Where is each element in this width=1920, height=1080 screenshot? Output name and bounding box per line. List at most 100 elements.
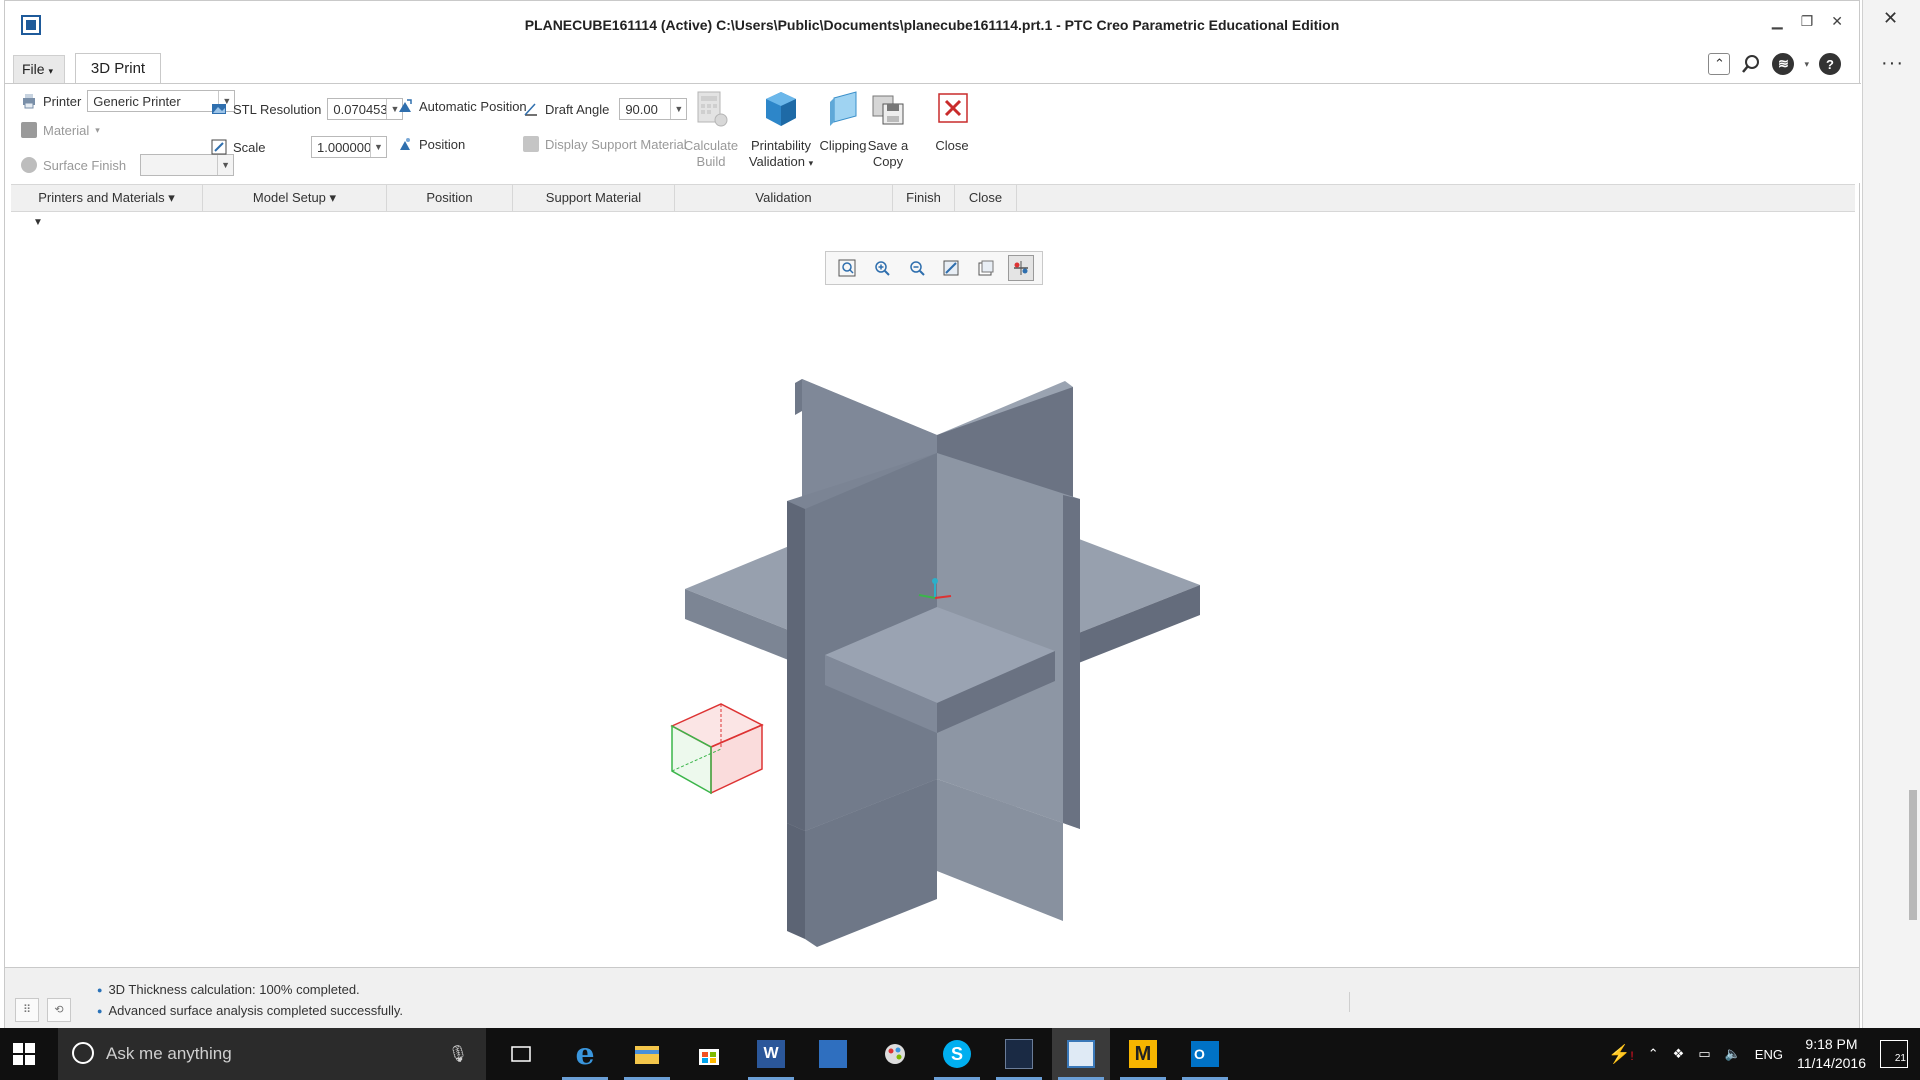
stl-row: STL Resolution 0.070453 ▼ [211, 98, 404, 120]
ribbon: Printer Generic Printer ▼ Material ▾ Surf… [5, 83, 1861, 212]
search-icon[interactable] [1740, 53, 1762, 75]
m-app-icon[interactable]: M [1114, 1028, 1172, 1080]
save-copy-icon [872, 95, 904, 125]
dropbox-icon[interactable]: ❖ [1673, 1046, 1685, 1062]
surface-finish-icon [21, 157, 37, 173]
show-hidden-icons-icon[interactable]: ⌃ [1648, 1046, 1659, 1062]
system-tray: ⚡! ⌃ ❖ ▭ 🔈 ENG 9:18 PM 11/14/2016 21 [1608, 1028, 1920, 1080]
expand-arrow-icon[interactable]: ▼ [33, 217, 43, 228]
support-material-icon [523, 136, 539, 152]
community-icon[interactable]: ≋ [1772, 53, 1795, 75]
draft-angle-label: Draft Angle [545, 101, 610, 117]
collapse-ribbon-icon[interactable]: ⌃ [1708, 53, 1731, 75]
model-tree-toggle-icon[interactable]: ⠿ [15, 998, 39, 1022]
word-icon[interactable]: W [742, 1028, 800, 1080]
save-a-copy-button[interactable]: Save a Copy [857, 90, 919, 170]
store-icon[interactable] [680, 1028, 738, 1080]
close-red-icon [938, 93, 968, 123]
stl-resolution-label: STL Resolution [233, 101, 322, 117]
status-bar: ⠿ ⟲ 3D Thickness calculation: 100% compl… [5, 967, 1859, 1029]
language-indicator[interactable]: ENG [1755, 1047, 1783, 1062]
more-icon[interactable]: ··· [1881, 52, 1904, 75]
position-button[interactable]: Position [397, 136, 465, 152]
status-message: 3D Thickness calculation: 100% completed… [97, 980, 403, 1001]
chevron-down-icon: ▾ [808, 158, 814, 168]
kindle-icon[interactable] [990, 1028, 1048, 1080]
status-divider [1349, 992, 1350, 1012]
help-icon[interactable]: ? [1819, 53, 1841, 75]
volume-icon[interactable]: 🔈 [1725, 1046, 1741, 1062]
ribbon-group-labels: Printers and Materials ▾ Model Setup ▾ Pos… [11, 184, 1855, 212]
windows-start-icon[interactable] [12, 1042, 36, 1066]
ribbon-group-label[interactable]: Validation [675, 185, 893, 211]
file-explorer-icon[interactable] [618, 1028, 676, 1080]
3d-model[interactable] [5, 239, 1859, 967]
chevron-down-icon[interactable]: ▾ [1804, 59, 1809, 70]
printer-icon [23, 94, 35, 109]
chevron-down-icon[interactable]: ▼ [217, 155, 233, 175]
maximize-icon[interactable]: ❐ [1801, 13, 1814, 30]
model-tree-toggle-row: ▼ [11, 213, 1855, 239]
ribbon-group-label[interactable]: Printers and Materials ▾ [11, 185, 203, 211]
battery-icon[interactable]: ▭ [1698, 1046, 1710, 1062]
paint-icon[interactable] [866, 1028, 924, 1080]
scale-row: Scale 1.000000 ▼ [211, 136, 387, 158]
surface-finish-label: Surface Finish [43, 157, 127, 173]
printer-label: Printer [43, 93, 82, 109]
material-icon [21, 122, 37, 138]
tab-3d-print[interactable]: 3D Print [75, 53, 161, 85]
draft-angle-icon [524, 103, 537, 116]
status-message: Advanced surface analysis completed succ… [97, 1001, 403, 1022]
ribbon-group-label[interactable]: Close [955, 185, 1017, 211]
clipping-icon [830, 91, 857, 126]
calculate-build-button[interactable]: Calculate Build [681, 90, 741, 170]
defender-alert-icon[interactable]: ⚡! [1608, 1044, 1634, 1065]
chevron-down-icon[interactable]: ▼ [370, 137, 386, 157]
window-title: PLANECUBE161114 (Active) C:\Users\Public… [524, 17, 1340, 33]
material-label: Material [43, 122, 90, 138]
ribbon-group-label[interactable]: Support Material [513, 185, 675, 211]
creo-taskbar-icon[interactable] [1052, 1028, 1110, 1080]
display-support-material-button[interactable]: Display Support Material [523, 136, 687, 152]
material-row[interactable]: Material ▾ [21, 122, 100, 138]
tab-file[interactable]: File ▾ [13, 55, 65, 83]
minimize-icon[interactable]: ▁ [1772, 13, 1783, 30]
calculate-build-icon [697, 91, 728, 127]
scrollbar-thumb[interactable] [1909, 790, 1917, 920]
stl-resolution-icon [212, 104, 226, 114]
close-host-icon[interactable]: ✕ [1883, 8, 1898, 29]
action-center-icon[interactable]: 21 [1880, 1040, 1908, 1068]
task-view-icon[interactable] [492, 1028, 550, 1080]
browser-toggle-icon[interactable]: ⟲ [47, 998, 71, 1022]
stl-resolution-input[interactable]: 0.070453 ▼ [327, 98, 404, 120]
ribbon-group-label[interactable]: Finish [893, 185, 955, 211]
outlook-icon[interactable]: O [1176, 1028, 1234, 1080]
orientation-cube-icon[interactable] [670, 703, 764, 795]
printability-validation-button[interactable]: Printability Validation ▾ [745, 90, 817, 171]
close-button[interactable]: Close [923, 90, 981, 154]
ribbon-tabs: File ▾ 3D Print ⌃ ≋ ▾ ? [5, 53, 1861, 85]
scale-input[interactable]: 1.000000 ▼ [311, 136, 387, 158]
microphone-icon[interactable]: 🎙 [448, 1044, 468, 1064]
automatic-position-button[interactable]: Automatic Position [397, 98, 527, 114]
ribbon-group-label[interactable]: Model Setup ▾ [203, 185, 387, 211]
surface-finish-row: Surface Finish ▼ [21, 154, 235, 176]
scale-icon [211, 139, 227, 155]
edge-browser-icon[interactable]: e [556, 1028, 614, 1080]
printability-validation-icon [766, 92, 796, 126]
chevron-down-icon: ▾ [95, 124, 100, 135]
automatic-position-icon [399, 99, 412, 112]
chevron-down-icon: ▾ [48, 66, 53, 76]
graphics-area[interactable] [5, 239, 1859, 967]
calculator-app-icon[interactable] [804, 1028, 862, 1080]
ribbon-group-label[interactable]: Position [387, 185, 513, 211]
app-host-strip: ✕ ··· [1862, 0, 1920, 1028]
cortana-icon [72, 1042, 94, 1064]
cortana-search[interactable]: Ask me anything 🎙 [58, 1028, 486, 1080]
taskbar: Ask me anything 🎙 e W S M O ⚡! ⌃ ❖ ▭ 🔈 E… [0, 1028, 1920, 1080]
clock[interactable]: 9:18 PM 11/14/2016 [1797, 1035, 1866, 1073]
skype-icon[interactable]: S [928, 1028, 986, 1080]
search-placeholder: Ask me anything [106, 1044, 232, 1063]
draft-angle-input[interactable]: 90.00 ▼ [619, 98, 688, 120]
close-icon[interactable]: ✕ [1831, 13, 1843, 30]
